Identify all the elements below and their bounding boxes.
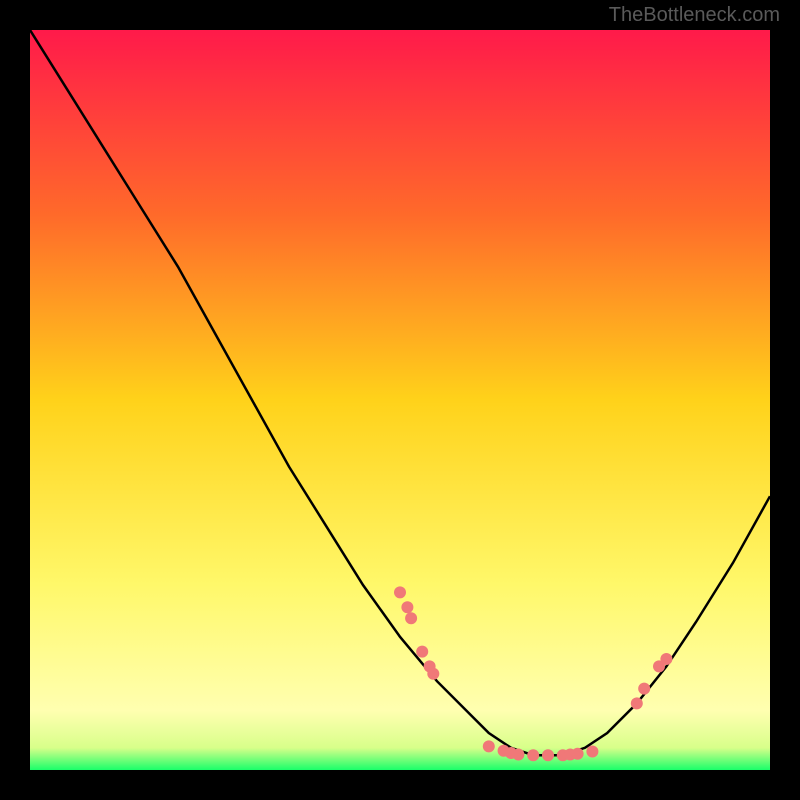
gradient-background [30,30,770,770]
data-point [401,601,413,613]
data-point [631,697,643,709]
data-point [586,746,598,758]
data-point [427,668,439,680]
plot-area [30,30,770,770]
data-point [638,683,650,695]
data-point [483,740,495,752]
data-point [512,748,524,760]
data-point [527,749,539,761]
data-point [416,646,428,658]
data-point [542,749,554,761]
chart-svg [30,30,770,770]
data-point [405,612,417,624]
chart-container: TheBottleneck.com [0,0,800,800]
data-point [572,748,584,760]
watermark-text: TheBottleneck.com [609,4,780,27]
data-point [660,653,672,665]
data-point [394,586,406,598]
